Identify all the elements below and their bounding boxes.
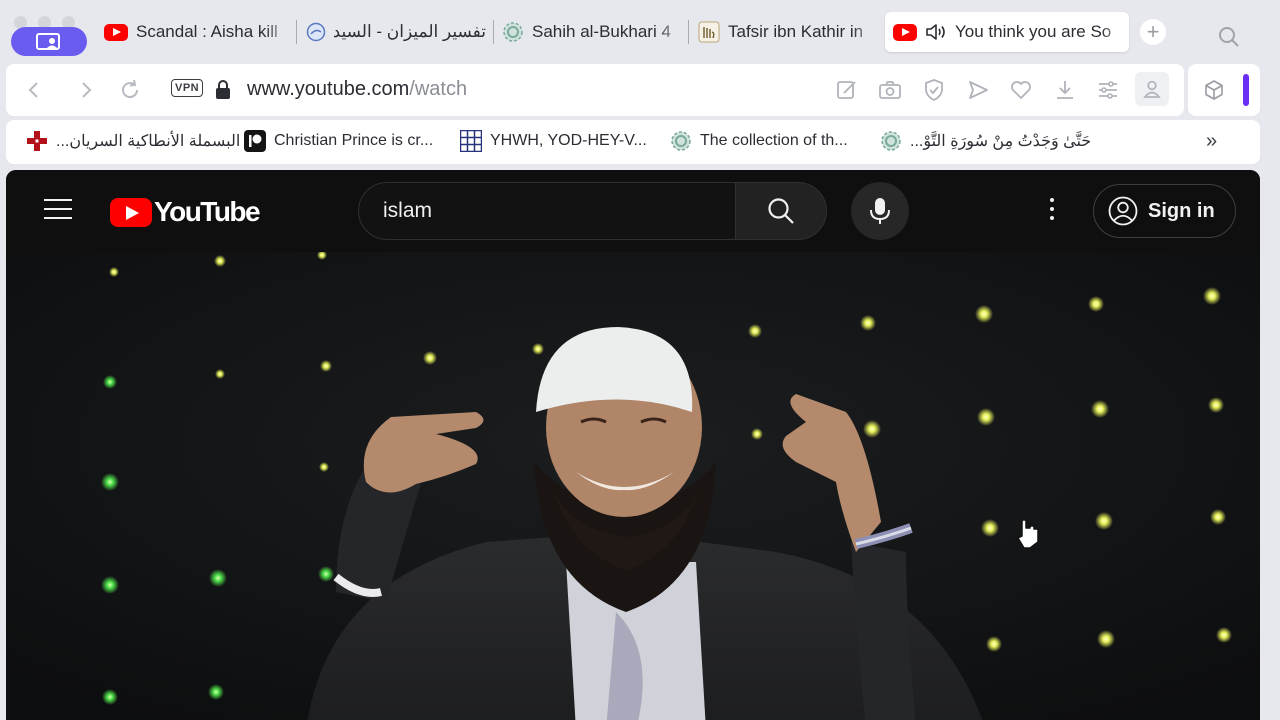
account-button[interactable] [1135,72,1169,106]
tab-3[interactable]: Sahih al-Bukhari 4 [494,12,686,52]
tab-title: تفسير الميزان - السيد [334,22,486,41]
bookmark-4[interactable]: The collection of th... [670,130,848,152]
red-cross-icon [27,131,47,151]
youtube-logo[interactable]: YouTube [110,196,261,228]
bookmark-label: The collection of th... [700,132,848,149]
sign-in-button[interactable]: Sign in [1093,184,1236,238]
video-frame [6,252,1260,720]
settings-sliders-icon[interactable] [1096,78,1120,102]
bookmark-5[interactable]: حَتَّىٰ وَجَدْتُ مِنْ سُورَةِ التَّوْ... [880,130,1091,152]
cube-icon[interactable] [1203,79,1225,101]
profile-switcher-button[interactable] [11,27,87,56]
more-bookmarks-button[interactable]: » [1206,130,1217,153]
pattern-icon [881,131,901,151]
lock-icon[interactable] [214,79,232,101]
bookmark-2[interactable]: Christian Prince is cr... [244,130,433,152]
speaker-icon[interactable] [925,22,947,42]
address-bar: VPN www.youtube.com/watch [6,64,1184,116]
tab-1[interactable]: Scandal : Aisha kill [96,12,292,52]
patreon-icon [244,130,266,152]
profile-card-icon [36,32,60,50]
tab-title: Tafsir ibn Kathir in [728,22,864,41]
tab-strip: Scandal : Aisha kill تفسير الميزان - الس… [0,0,1280,64]
extensions-area [1188,64,1260,116]
search-query: islam [383,199,433,222]
bookmark-label: YHWH, YOD-HEY-V... [490,132,647,149]
youtube-page: YouTube islam Sign in [6,170,1260,720]
send-icon[interactable] [966,78,990,102]
microphone-icon [870,198,890,224]
tab-title: Sahih al-Bukhari 4 [532,22,671,41]
back-icon[interactable] [24,78,44,102]
search-icon [768,198,794,224]
youtube-play-icon [110,197,152,227]
tab-4[interactable]: Tafsir ibn Kathir in [690,12,880,52]
url-host: www.youtube.com [247,78,410,100]
bookmark-label: حَتَّىٰ وَجَدْتُ مِنْ سُورَةِ التَّوْ... [910,133,1092,150]
voice-search-button[interactable] [851,182,909,240]
more-options-icon[interactable] [1042,198,1062,224]
tab-active[interactable]: You think you are So [885,12,1129,52]
user-icon [1143,80,1161,98]
vpn-badge[interactable]: VPN [171,79,204,97]
bookmark-3[interactable]: YHWH, YOD-HEY-V... [460,130,647,152]
globe-icon [306,22,326,42]
youtube-wordmark: YouTube [154,196,261,227]
search-tabs-icon[interactable] [1218,26,1240,48]
bookmarks-bar: البسملة الأنطاكية السريان... Christian P… [6,120,1260,164]
new-tab-button[interactable]: + [1140,19,1166,45]
pattern-icon [671,131,691,151]
allah-calligraphy-icon [698,21,720,43]
search-button[interactable] [735,182,827,240]
search-input[interactable]: islam [358,182,736,240]
edit-icon[interactable] [835,78,859,102]
bookmark-label: البسملة الأنطاكية السريان... [56,133,241,150]
bookmark-1[interactable]: البسملة الأنطاكية السريان... [26,130,240,152]
forward-icon[interactable] [76,78,96,102]
shield-icon[interactable] [922,78,946,102]
youtube-icon [104,23,128,41]
camera-icon[interactable] [878,78,902,102]
menu-icon[interactable] [44,199,72,219]
sign-in-label: Sign in [1148,199,1215,222]
url-field[interactable]: www.youtube.com/watch [247,78,467,101]
bookmark-label: Christian Prince is cr... [274,132,434,149]
heart-icon[interactable] [1009,78,1033,102]
youtube-icon [893,23,917,41]
youtube-header: YouTube islam Sign in [6,170,1260,252]
download-icon[interactable] [1053,78,1077,102]
tab-title: You think you are So [955,22,1112,41]
grid-icon [460,130,482,152]
reload-icon[interactable] [118,78,142,102]
tab-title: Scandal : Aisha kill [136,22,278,41]
pattern-icon [503,22,523,42]
tab-2[interactable]: تفسير الميزان - السيد [298,12,494,52]
account-circle-icon [1108,196,1138,226]
url-path: /watch [409,78,468,100]
sidebar-toggle[interactable] [1243,74,1249,106]
video-player[interactable] [6,252,1260,720]
